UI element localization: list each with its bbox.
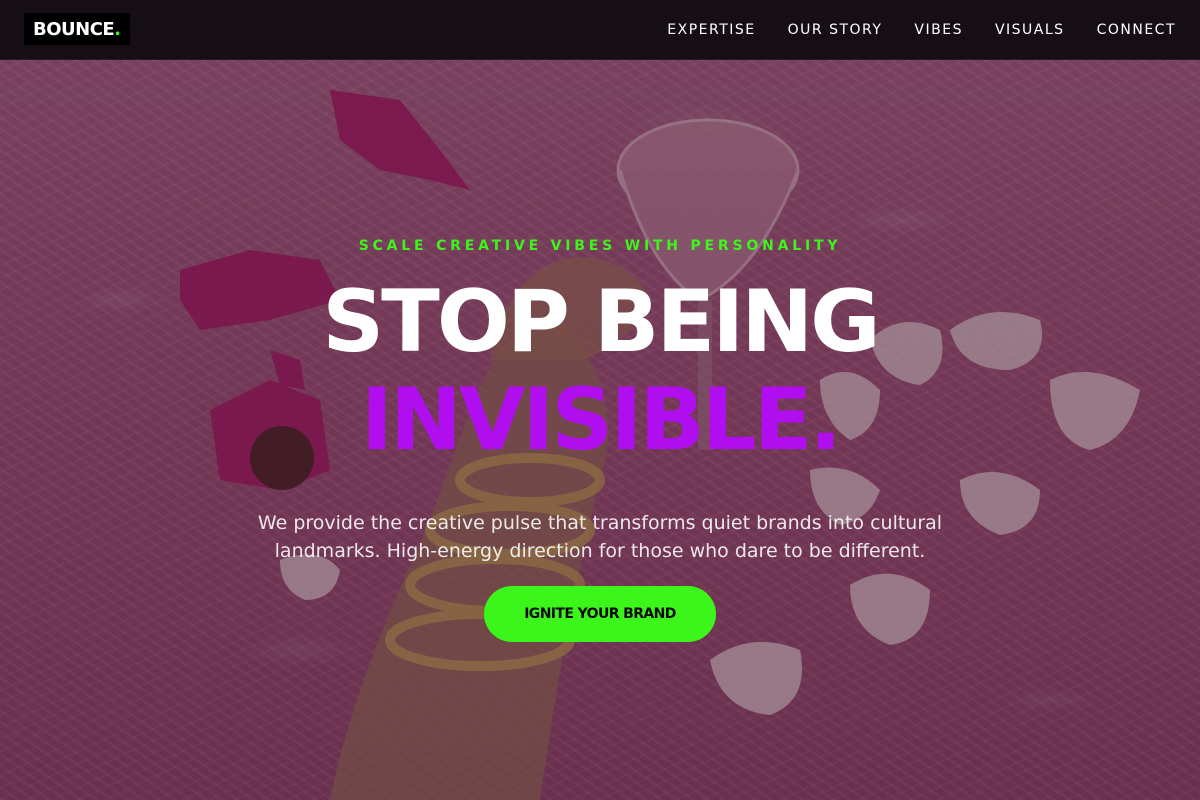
hero-headline-line2: INVISIBLE. [360,370,842,470]
ignite-brand-button[interactable]: IGNITE YOUR BRAND [484,586,716,642]
hero-section: SCALE CREATIVE VIBES WITH PERSONALITY ST… [0,0,1200,800]
hero-headline-line1: STOP BEING [322,272,881,372]
hero-eyebrow: SCALE CREATIVE VIBES WITH PERSONALITY [358,238,842,254]
landing-page: BOUNCE. EXPERTISE OUR STORY VIBES VISUAL… [0,0,1200,800]
hero-subtitle: We provide the creative pulse that trans… [257,512,943,562]
